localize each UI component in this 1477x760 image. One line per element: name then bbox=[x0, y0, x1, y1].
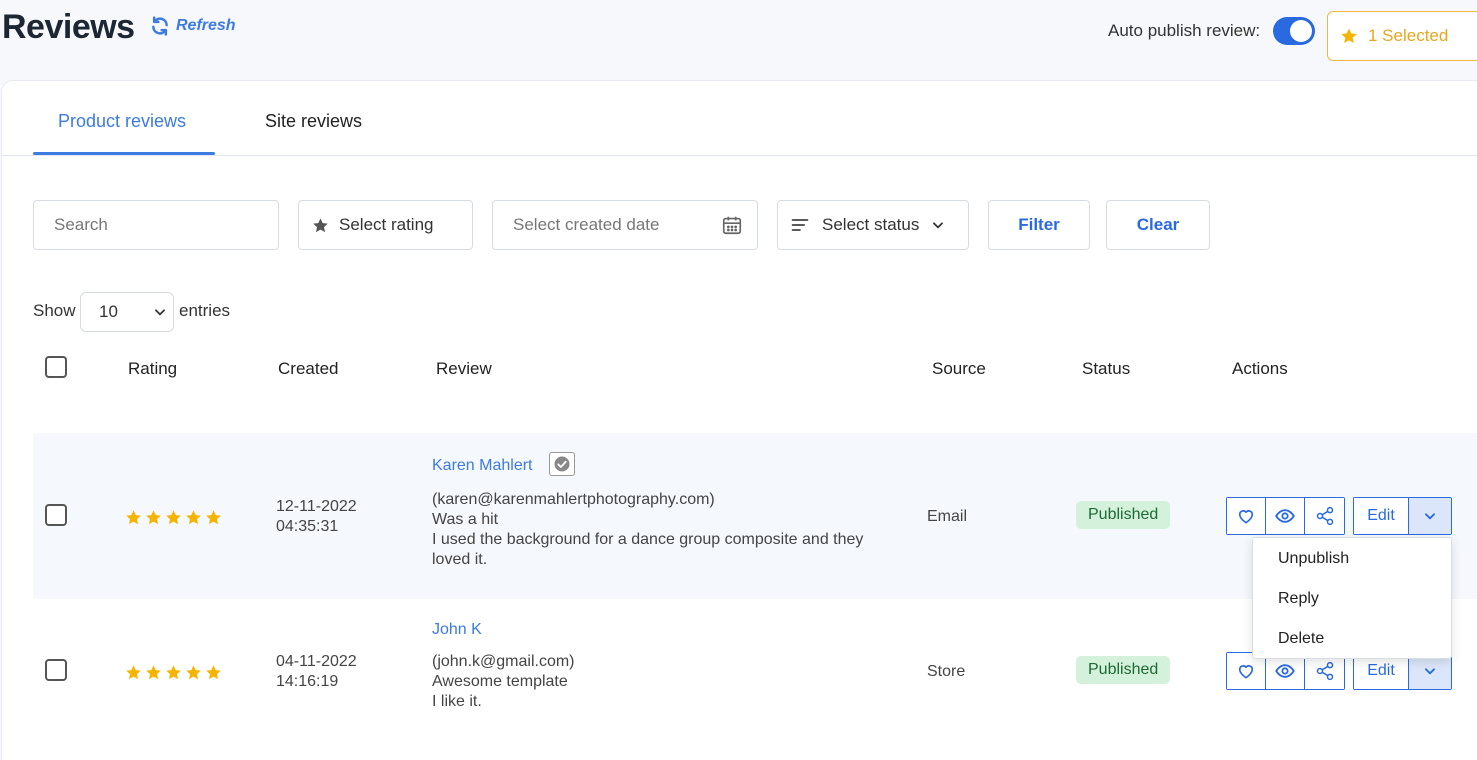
star-icon bbox=[126, 510, 141, 525]
verified-check-icon bbox=[554, 456, 570, 472]
review-body: I like it. bbox=[432, 693, 482, 710]
chevron-down-icon bbox=[1424, 513, 1436, 520]
tab-site-reviews[interactable]: Site reviews bbox=[265, 111, 362, 132]
row-checkbox[interactable] bbox=[45, 659, 67, 681]
select-all-checkbox[interactable] bbox=[45, 356, 67, 378]
star-icon bbox=[146, 665, 161, 680]
menu-item-unpublish[interactable]: Unpublish bbox=[1278, 550, 1349, 568]
created-date: 12-11-2022 bbox=[276, 498, 357, 515]
created-date-picker[interactable]: Select created date bbox=[492, 200, 758, 250]
tab-product-reviews[interactable]: Product reviews bbox=[58, 111, 186, 132]
chevron-down-icon bbox=[155, 309, 165, 316]
tab-bar: Product reviews Site reviews bbox=[2, 81, 1477, 156]
eye-icon bbox=[1275, 509, 1295, 523]
reviewer-name-link[interactable]: John K bbox=[432, 621, 482, 639]
search-field[interactable] bbox=[33, 200, 279, 250]
star-icon bbox=[186, 665, 201, 680]
active-tab-indicator bbox=[33, 152, 215, 155]
star-icon bbox=[1341, 28, 1357, 44]
star-icon bbox=[186, 510, 201, 525]
created-time: 14:16:19 bbox=[276, 673, 339, 690]
review-source: Email bbox=[927, 508, 968, 525]
review-source: Store bbox=[927, 663, 966, 680]
page-title: Reviews bbox=[2, 8, 135, 46]
search-input[interactable] bbox=[54, 215, 278, 235]
star-icon bbox=[206, 510, 221, 525]
status-select-label: Select status bbox=[822, 215, 920, 234]
menu-item-delete[interactable]: Delete bbox=[1278, 630, 1324, 648]
show-label: Show bbox=[33, 301, 76, 320]
calendar-icon bbox=[722, 216, 742, 235]
star-icon bbox=[126, 665, 141, 680]
chevron-down-icon bbox=[1424, 668, 1436, 675]
review-title: Was a hit bbox=[432, 511, 499, 528]
column-header-rating[interactable]: Rating bbox=[128, 359, 177, 379]
edit-dropdown-menu: Unpublish Reply Delete bbox=[1252, 537, 1452, 659]
reviewer-email: (john.k@gmail.com) bbox=[432, 653, 575, 670]
review-content: (karen@karenmahlertphotography.com) Was … bbox=[432, 490, 902, 570]
star-rating bbox=[125, 664, 222, 681]
created-date: 04-11-2022 bbox=[276, 653, 357, 670]
heart-icon bbox=[1238, 510, 1254, 524]
star-icon bbox=[313, 217, 328, 232]
column-header-review[interactable]: Review bbox=[436, 359, 492, 379]
created-datetime: 04-11-2022 14:16:19 bbox=[276, 652, 357, 692]
share-button[interactable] bbox=[1305, 498, 1344, 534]
auto-publish-label: Auto publish review: bbox=[1108, 21, 1261, 40]
view-button[interactable] bbox=[1266, 498, 1305, 534]
sort-lines-icon bbox=[791, 219, 809, 231]
menu-item-reply[interactable]: Reply bbox=[1278, 590, 1319, 608]
created-datetime: 12-11-2022 04:35:31 bbox=[276, 497, 357, 537]
entries-label: entries bbox=[179, 301, 231, 320]
column-header-source[interactable]: Source bbox=[932, 359, 986, 379]
row-checkbox[interactable] bbox=[45, 504, 67, 526]
edit-split-button: Edit bbox=[1353, 497, 1452, 535]
clear-button[interactable]: Clear bbox=[1106, 200, 1210, 250]
entries-select[interactable]: 10 bbox=[80, 292, 174, 332]
chevron-down-icon bbox=[933, 222, 944, 229]
eye-icon bbox=[1275, 664, 1295, 678]
toggle-knob bbox=[1290, 20, 1312, 42]
heart-icon bbox=[1238, 665, 1254, 679]
verified-badge bbox=[549, 452, 575, 476]
reviewer-email: (karen@karenmahlertphotography.com) bbox=[432, 491, 715, 508]
refresh-label: Refresh bbox=[176, 17, 236, 34]
edit-button[interactable]: Edit bbox=[1354, 498, 1409, 534]
review-body: I used the background for a dance group … bbox=[432, 531, 864, 568]
status-badge: Published bbox=[1076, 501, 1171, 529]
rating-select-label: Select rating bbox=[339, 215, 434, 234]
star-icon bbox=[166, 510, 181, 525]
reviewer-name-link[interactable]: Karen Mahlert bbox=[432, 457, 533, 475]
star-icon bbox=[146, 510, 161, 525]
created-time: 04:35:31 bbox=[276, 518, 339, 535]
star-icon bbox=[166, 665, 181, 680]
filter-button[interactable]: Filter bbox=[988, 200, 1090, 250]
auto-publish-toggle[interactable] bbox=[1273, 17, 1315, 45]
share-icon bbox=[1316, 661, 1333, 681]
review-content: (john.k@gmail.com) Awesome template I li… bbox=[432, 652, 902, 712]
share-icon bbox=[1316, 506, 1333, 526]
review-title: Awesome template bbox=[432, 673, 568, 690]
selected-count-button[interactable]: 1 Selected bbox=[1327, 11, 1477, 61]
rating-select[interactable]: Select rating bbox=[298, 200, 473, 250]
column-header-created[interactable]: Created bbox=[278, 359, 338, 379]
column-header-actions: Actions bbox=[1232, 359, 1288, 378]
column-header-status[interactable]: Status bbox=[1082, 359, 1130, 379]
favorite-button[interactable] bbox=[1227, 498, 1266, 534]
selected-count-label: 1 Selected bbox=[1368, 26, 1449, 45]
status-badge: Published bbox=[1076, 656, 1171, 684]
date-placeholder: Select created date bbox=[513, 215, 660, 234]
edit-dropdown-toggle[interactable] bbox=[1409, 498, 1451, 534]
refresh-button[interactable]: Refresh bbox=[150, 16, 236, 36]
star-rating bbox=[125, 509, 222, 526]
status-select[interactable]: Select status bbox=[777, 200, 969, 250]
row-action-buttons bbox=[1226, 497, 1345, 535]
refresh-icon bbox=[152, 16, 168, 36]
star-icon bbox=[206, 665, 221, 680]
entries-value: 10 bbox=[99, 302, 118, 321]
